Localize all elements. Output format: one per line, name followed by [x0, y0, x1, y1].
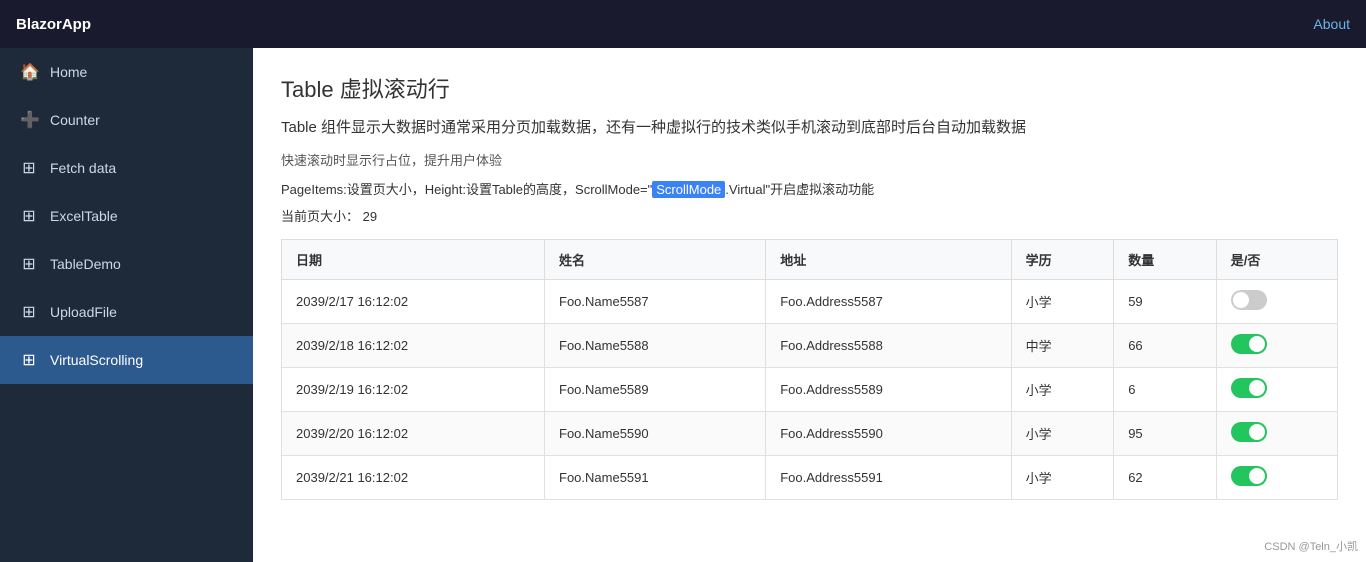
table-cell: 小学: [1011, 280, 1114, 324]
table-row: 2039/2/18 16:12:02Foo.Name5588Foo.Addres…: [282, 324, 1338, 368]
table-cell: Foo.Address5587: [766, 280, 1011, 324]
brand-title: BlazorApp: [16, 16, 91, 33]
col-header-quantity: 数量: [1114, 240, 1217, 280]
table-row: 2039/2/19 16:12:02Foo.Name5589Foo.Addres…: [282, 368, 1338, 412]
sidebar: 🏠 Home ➕ Counter ⊞ Fetch data ⊞ ExcelTab…: [0, 48, 253, 562]
sidebar-item-virtual-scrolling[interactable]: ⊞ VirtualScrolling: [0, 336, 253, 384]
table-cell: 62: [1114, 456, 1217, 500]
col-header-education: 学历: [1011, 240, 1114, 280]
toggle-switch[interactable]: [1231, 334, 1267, 354]
table-cell: Foo.Address5589: [766, 368, 1011, 412]
table-cell-toggle[interactable]: [1216, 280, 1337, 324]
table-row: 2039/2/21 16:12:02Foo.Name5591Foo.Addres…: [282, 456, 1338, 500]
params-highlight: ScrollMode: [652, 181, 725, 198]
watermark: CSDN @Teln_小凯: [1264, 538, 1358, 554]
params-prefix-text: PageItems:设置页大小，Height:设置Table的高度，Scroll…: [281, 182, 652, 197]
table-cell: 小学: [1011, 412, 1114, 456]
toggle-switch[interactable]: [1231, 378, 1267, 398]
page-subtitle: 快速滚动时显示行占位，提升用户体验: [281, 150, 1338, 169]
main-content: Table 虚拟滚动行 Table 组件显示大数据时通常采用分页加载数据，还有一…: [253, 48, 1366, 562]
sidebar-item-label: UploadFile: [50, 304, 117, 320]
table-cell: 2039/2/17 16:12:02: [282, 280, 545, 324]
table-cell-toggle[interactable]: [1216, 456, 1337, 500]
navbar: BlazorApp About: [0, 0, 1366, 48]
counter-icon: ➕: [20, 110, 38, 130]
page-size-prefix: 当前页大小：: [281, 209, 359, 224]
table-cell: 2039/2/20 16:12:02: [282, 412, 545, 456]
sidebar-item-counter[interactable]: ➕ Counter: [0, 96, 253, 144]
col-header-address: 地址: [766, 240, 1011, 280]
page-title: Table 虚拟滚动行: [281, 72, 1338, 104]
exceltable-icon: ⊞: [20, 206, 38, 226]
virtualscrolling-icon: ⊞: [20, 350, 38, 370]
sidebar-item-label: TableDemo: [50, 256, 121, 272]
table-cell: Foo.Name5589: [545, 368, 766, 412]
table-cell: 66: [1114, 324, 1217, 368]
table-cell: 2039/2/21 16:12:02: [282, 456, 545, 500]
table-cell: Foo.Address5590: [766, 412, 1011, 456]
col-header-name: 姓名: [545, 240, 766, 280]
page-params: PageItems:设置页大小，Height:设置Table的高度，Scroll…: [281, 179, 1338, 198]
sidebar-item-table-demo[interactable]: ⊞ TableDemo: [0, 240, 253, 288]
table-body: 2039/2/17 16:12:02Foo.Name5587Foo.Addres…: [282, 280, 1338, 500]
table-cell-toggle[interactable]: [1216, 324, 1337, 368]
page-description: Table 组件显示大数据时通常采用分页加载数据，还有一种虚拟行的技术类似手机滚…: [281, 116, 1338, 140]
sidebar-item-home[interactable]: 🏠 Home: [0, 48, 253, 96]
col-header-date: 日期: [282, 240, 545, 280]
sidebar-item-label: Home: [50, 64, 87, 80]
uploadfile-icon: ⊞: [20, 302, 38, 322]
sidebar-item-label: VirtualScrolling: [50, 352, 143, 368]
toggle-switch[interactable]: [1231, 422, 1267, 442]
table-cell: Foo.Name5588: [545, 324, 766, 368]
table-cell: 59: [1114, 280, 1217, 324]
fetchdata-icon: ⊞: [20, 158, 38, 178]
sidebar-item-label: Fetch data: [50, 160, 116, 176]
toggle-switch[interactable]: [1231, 466, 1267, 486]
home-icon: 🏠: [20, 62, 38, 82]
page-size-value: 29: [363, 209, 377, 224]
table-cell: Foo.Name5590: [545, 412, 766, 456]
table-cell-toggle[interactable]: [1216, 368, 1337, 412]
sidebar-item-fetch-data[interactable]: ⊞ Fetch data: [0, 144, 253, 192]
sidebar-item-upload-file[interactable]: ⊞ UploadFile: [0, 288, 253, 336]
sidebar-item-label: Counter: [50, 112, 100, 128]
sidebar-item-excel-table[interactable]: ⊞ ExcelTable: [0, 192, 253, 240]
table-cell: 95: [1114, 412, 1217, 456]
table-header: 日期 姓名 地址 学历 数量 是/否: [282, 240, 1338, 280]
tabledemo-icon: ⊞: [20, 254, 38, 274]
table-row: 2039/2/20 16:12:02Foo.Name5590Foo.Addres…: [282, 412, 1338, 456]
table-row: 2039/2/17 16:12:02Foo.Name5587Foo.Addres…: [282, 280, 1338, 324]
params-suffix-text: .Virtual"开启虚拟滚动功能: [725, 182, 874, 197]
table-cell: Foo.Address5591: [766, 456, 1011, 500]
sidebar-item-label: ExcelTable: [50, 208, 118, 224]
table-cell: Foo.Address5588: [766, 324, 1011, 368]
table-cell: 2039/2/19 16:12:02: [282, 368, 545, 412]
table-cell-toggle[interactable]: [1216, 412, 1337, 456]
table-cell: 小学: [1011, 456, 1114, 500]
page-size-label: 当前页大小： 29: [281, 206, 1338, 225]
col-header-bool: 是/否: [1216, 240, 1337, 280]
table-cell: 2039/2/18 16:12:02: [282, 324, 545, 368]
table-cell: 6: [1114, 368, 1217, 412]
about-link[interactable]: About: [1313, 16, 1350, 32]
toggle-switch[interactable]: [1231, 290, 1267, 310]
table-cell: Foo.Name5587: [545, 280, 766, 324]
table-cell: 小学: [1011, 368, 1114, 412]
table-cell: Foo.Name5591: [545, 456, 766, 500]
data-table: 日期 姓名 地址 学历 数量 是/否 2039/2/17 16:12:02Foo…: [281, 239, 1338, 500]
table-cell: 中学: [1011, 324, 1114, 368]
